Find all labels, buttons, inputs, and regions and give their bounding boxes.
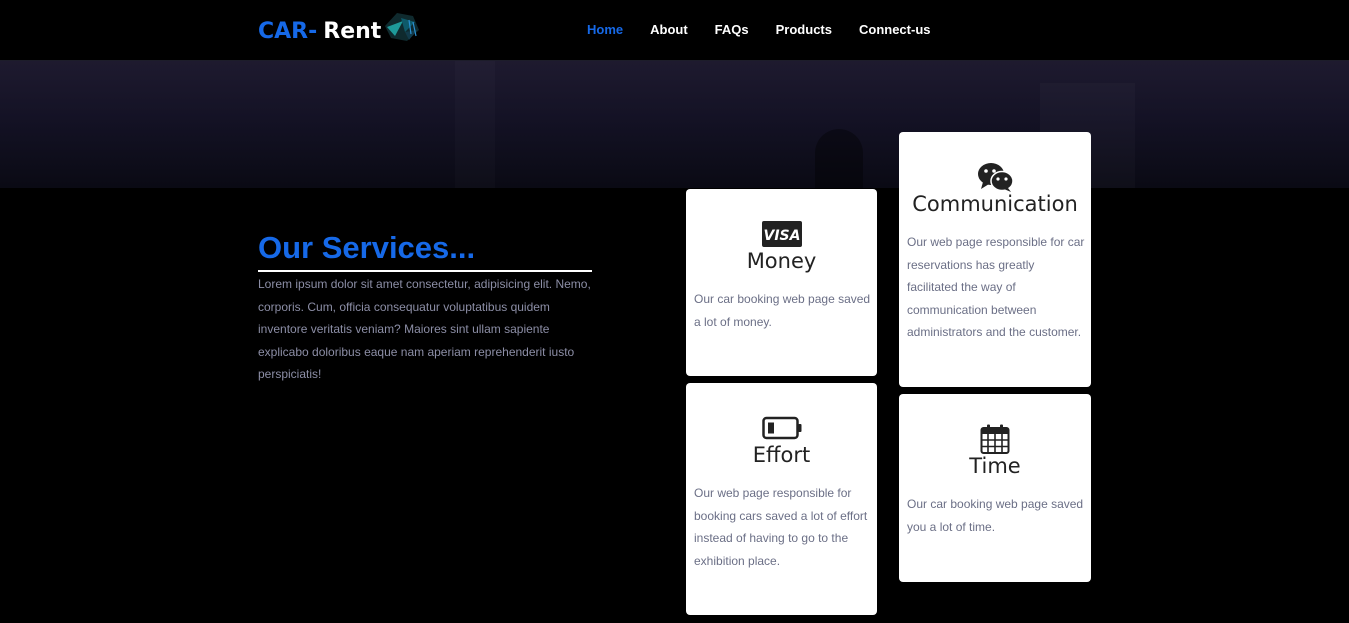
nav-about[interactable]: About	[650, 22, 688, 37]
services-description: Lorem ipsum dolor sit amet consectetur, …	[258, 277, 591, 381]
brand-logo[interactable]: CAR- Rent	[258, 12, 421, 50]
services-title: Our Services...	[258, 230, 476, 265]
hero-background-shape	[455, 61, 495, 188]
service-card-communication: Communication Our web page responsible f…	[899, 132, 1091, 387]
battery-low-icon	[686, 416, 877, 440]
card-text-communication: Our web page responsible for car reserva…	[907, 235, 1085, 339]
hero-background-shape	[815, 129, 863, 188]
service-card-effort: Effort Our web page responsible for book…	[686, 383, 877, 615]
service-card-money: VISA Money Our car booking web page save…	[686, 189, 877, 376]
hero-banner	[0, 61, 1349, 188]
main-nav: Home About FAQs Products Connect-us	[587, 22, 957, 37]
card-text-money: Our car booking web page saved a lot of …	[694, 292, 871, 329]
title-underline	[258, 270, 592, 272]
visa-badge-text: VISA	[763, 228, 800, 244]
card-title-time: Time	[969, 454, 1021, 478]
service-card-time: Time Our car booking web page saved you …	[899, 394, 1091, 582]
card-title-effort: Effort	[752, 443, 811, 467]
nav-connect-us[interactable]: Connect-us	[859, 22, 931, 37]
card-text-time: Our car booking web page saved you a lot…	[907, 497, 1084, 534]
chat-bubbles-icon	[899, 162, 1091, 192]
nav-faqs[interactable]: FAQs	[715, 22, 749, 37]
brand-part-1: CAR-	[258, 18, 318, 44]
navbar: CAR- Rent Home About FAQs Products Conne…	[0, 0, 1349, 61]
car-logo-icon	[383, 10, 421, 50]
card-title-communication: Communication	[912, 192, 1078, 216]
card-title-money: Money	[746, 249, 817, 273]
brand-part-2: Rent	[323, 18, 382, 44]
card-text-effort: Our web page responsible for booking car…	[694, 486, 868, 568]
calendar-icon	[899, 424, 1091, 454]
visa-card-icon: VISA	[686, 221, 877, 247]
nav-home[interactable]: Home	[587, 22, 623, 37]
nav-products[interactable]: Products	[776, 22, 832, 37]
